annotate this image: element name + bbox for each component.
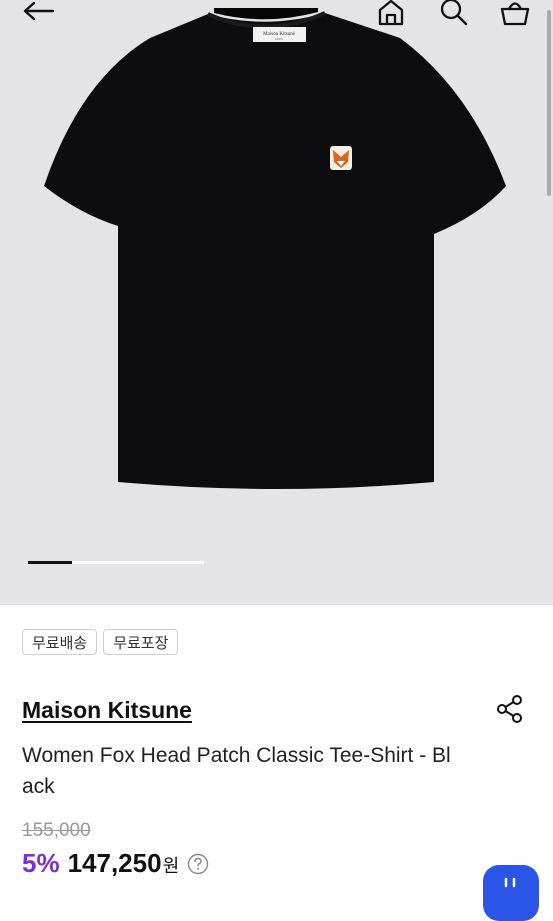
original-price: 155,000: [22, 820, 91, 841]
carousel-pager: [28, 561, 204, 564]
product-title: Women Fox Head Patch Classic Tee-Shirt -…: [22, 744, 451, 798]
badge-free-shipping: 무료배송: [22, 629, 98, 655]
back-arrow-icon[interactable]: [20, 0, 56, 24]
price-row: 5% 147,250 원: [22, 848, 209, 879]
home-icon[interactable]: [376, 0, 406, 26]
fab-icon: [504, 877, 516, 888]
currency-unit: 원: [162, 856, 180, 877]
brand-link[interactable]: Maison Kitsune: [22, 697, 192, 724]
help-icon[interactable]: [187, 853, 209, 875]
discount-rate: 5%: [22, 848, 60, 878]
product-image-carousel[interactable]: Maison Kitsuné PARIS: [0, 0, 553, 605]
top-toolbar: [0, 0, 553, 34]
svg-text:PARIS: PARIS: [275, 37, 284, 41]
badge-free-wrapping: 무료포장: [103, 629, 179, 655]
badge-row: 무료배송 무료포장: [22, 629, 179, 655]
fox-patch-icon: [330, 146, 352, 170]
cart-icon[interactable]: [498, 0, 532, 26]
sale-price: 147,250: [67, 848, 162, 878]
tshirt-body: [44, 13, 506, 489]
carousel-pager-active: [28, 561, 72, 564]
scroll-indicator: [547, 10, 551, 196]
share-icon[interactable]: [496, 694, 524, 724]
product-image: Maison Kitsuné PARIS: [44, 8, 506, 489]
floating-action-button[interactable]: [483, 865, 539, 921]
search-icon[interactable]: [438, 0, 470, 26]
